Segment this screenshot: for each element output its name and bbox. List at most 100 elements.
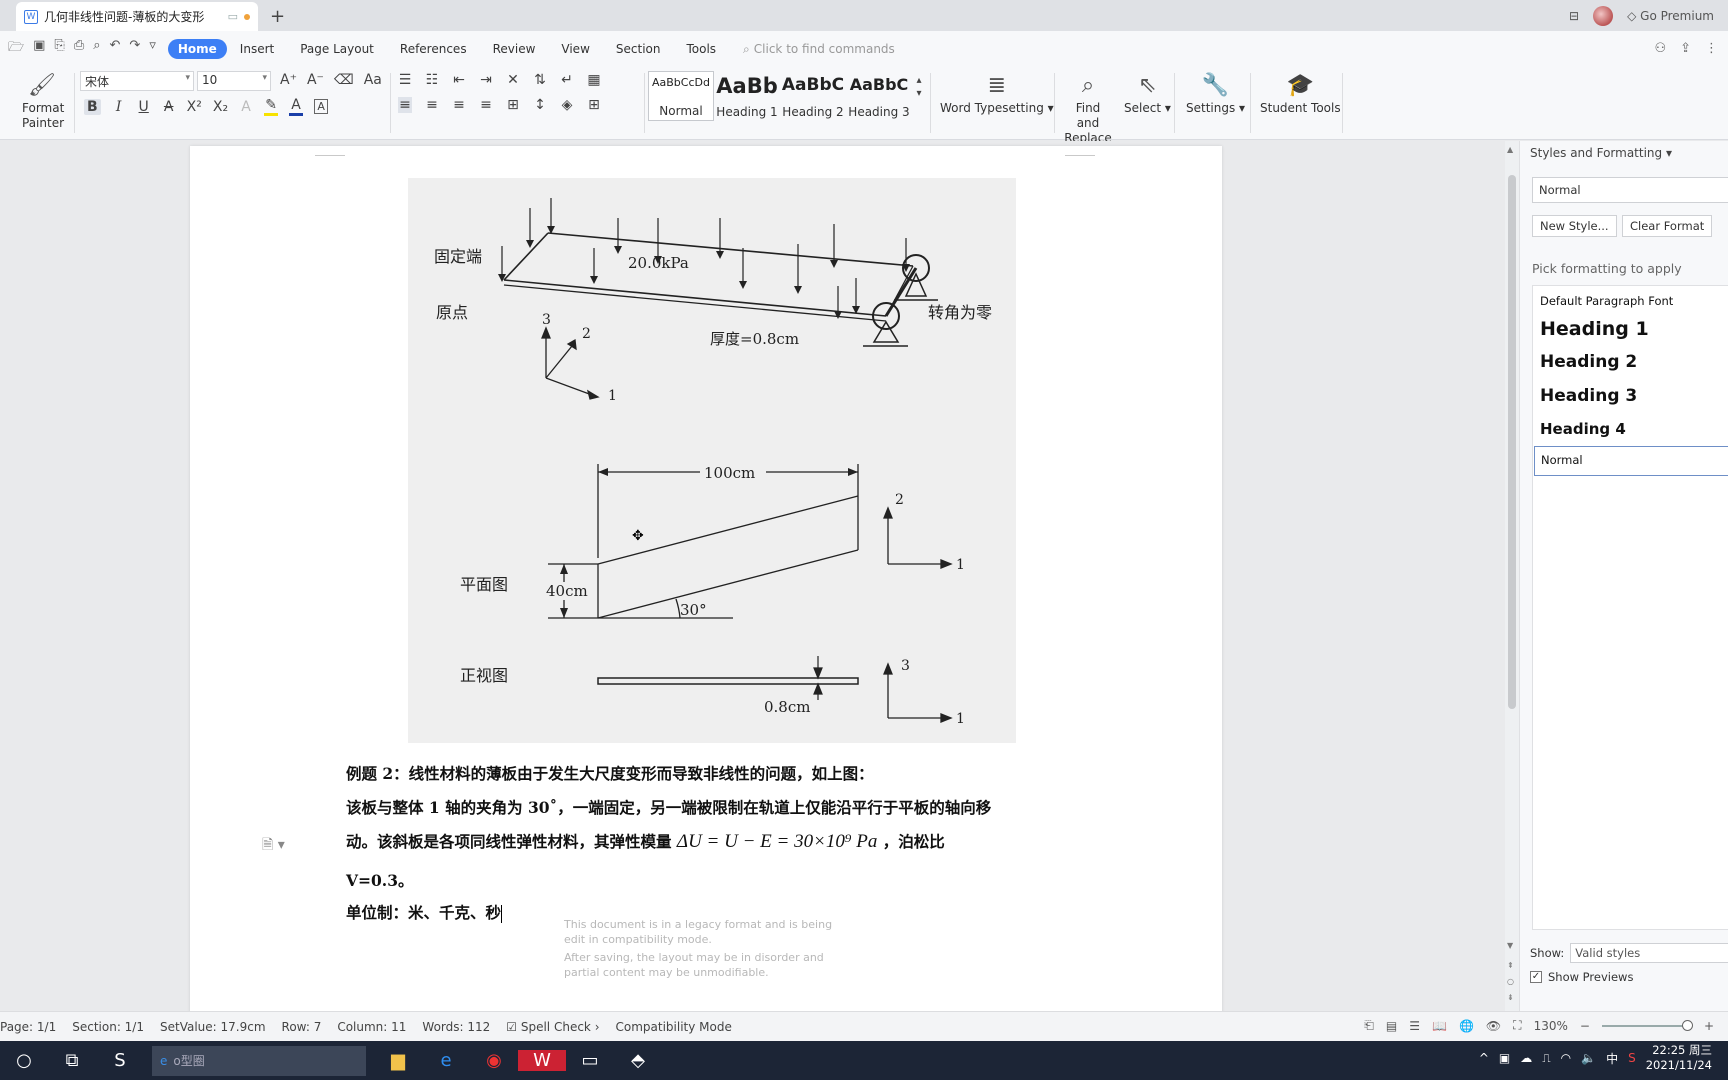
zoom-in-icon[interactable]: + xyxy=(1704,1019,1714,1033)
paragraph-2[interactable]: 该板与整体 1 轴的夹角为 30˚，一端固定，另一端被限制在轨道上仅能沿平行于平… xyxy=(346,796,991,818)
vertical-scrollbar[interactable]: ▲ ▼ ⇞ ○ ⇟ xyxy=(1505,141,1519,1011)
numbered-list-icon[interactable]: ☷ xyxy=(425,72,439,88)
paragraph-layout-icon[interactable]: 🗎 ▾ xyxy=(262,834,285,858)
wps-icon[interactable]: W xyxy=(518,1050,566,1071)
save-icon[interactable]: ▣ xyxy=(33,38,45,60)
current-style-field[interactable]: Normal xyxy=(1532,177,1728,203)
subscript-icon[interactable]: X₂ xyxy=(213,99,228,115)
superscript-icon[interactable]: X² xyxy=(187,99,202,115)
grow-font-icon[interactable]: A⁺ xyxy=(280,72,297,88)
find-replace-button[interactable]: ⌕ Find and Replace xyxy=(1063,71,1113,146)
style-item-heading-4[interactable]: Heading 4 xyxy=(1540,420,1626,438)
track-changes-icon[interactable]: ⎗ xyxy=(1364,1018,1374,1033)
share-user-icon[interactable]: ⚇ xyxy=(1654,41,1666,56)
styles-pane-title[interactable]: Styles and Formatting ▾ xyxy=(1530,146,1672,160)
tray-up-icon[interactable]: ^ xyxy=(1479,1051,1489,1065)
align-right-icon[interactable]: ≡ xyxy=(452,97,466,113)
window-layout-icon[interactable]: ⊟ xyxy=(1569,9,1579,23)
terminal-icon[interactable]: ▭ xyxy=(566,1050,614,1071)
avatar[interactable] xyxy=(1593,6,1614,26)
paragraph-3[interactable]: 动。该斜板是各项同线性弹性材料，其弹性模量 ΔU = U − E = 30×10… xyxy=(346,830,945,853)
go-premium-button[interactable]: ◇ Go Premium xyxy=(1627,9,1714,23)
app-s-icon[interactable]: S xyxy=(96,1050,144,1071)
style-item-heading-3[interactable]: Heading 3 xyxy=(1540,386,1637,406)
italic-icon[interactable]: I xyxy=(112,99,126,115)
show-select[interactable]: Valid styles xyxy=(1570,943,1728,963)
eye-protection-icon[interactable]: 👁 xyxy=(1486,1019,1501,1033)
clear-format-button[interactable]: Clear Format xyxy=(1622,215,1713,237)
shrink-font-icon[interactable]: A⁻ xyxy=(307,72,324,88)
sogou-icon[interactable]: S xyxy=(1628,1051,1636,1065)
status-words[interactable]: Words: 112 xyxy=(422,1020,490,1034)
menu-section[interactable]: Section xyxy=(603,39,674,59)
font-name-select[interactable]: 宋体 xyxy=(80,71,194,91)
open-icon[interactable]: 🗁 xyxy=(8,38,24,60)
sort-icon[interactable]: ⇅ xyxy=(533,72,547,88)
decrease-indent-icon[interactable]: ⇤ xyxy=(452,72,466,88)
style-scroll-up-icon[interactable]: ▴ xyxy=(912,75,926,86)
show-marks-icon[interactable]: ↵ xyxy=(560,72,574,88)
student-tools-button[interactable]: 🎓 Student Tools xyxy=(1260,71,1341,116)
new-tab-button[interactable]: + xyxy=(270,6,285,27)
export-icon[interactable]: ⎘ xyxy=(54,38,64,60)
word-typesetting-button[interactable]: ≣ Word Typesetting ▾ xyxy=(940,71,1054,116)
app-icon[interactable]: ⬘ xyxy=(614,1050,662,1071)
zoom-slider[interactable] xyxy=(1601,1019,1693,1031)
distribute-icon[interactable]: ⊞ xyxy=(506,97,520,113)
align-left-icon[interactable]: ≡ xyxy=(398,97,412,113)
cloud-icon[interactable]: ☁ xyxy=(1520,1051,1532,1065)
font-size-select[interactable]: 10 xyxy=(197,71,271,91)
align-center-icon[interactable]: ≡ xyxy=(425,97,439,113)
chinese-layout-icon[interactable]: ✕ xyxy=(506,72,520,88)
document-tab[interactable]: W 几何非线性问题-薄板的大变形 ▭ xyxy=(16,2,258,31)
menu-page-layout[interactable]: Page Layout xyxy=(287,39,387,59)
zoom-level[interactable]: 130% xyxy=(1534,1019,1568,1033)
highlight-icon[interactable]: ✎ xyxy=(264,97,279,116)
menu-review[interactable]: Review xyxy=(480,39,549,59)
volume-icon[interactable]: 🔈 xyxy=(1581,1051,1596,1065)
style-heading-2[interactable]: AaBbC Heading 2 xyxy=(780,71,846,121)
format-painter-button[interactable]: 🖌 Format Painter xyxy=(22,71,64,131)
menu-references[interactable]: References xyxy=(387,39,480,59)
borders-icon[interactable]: ⊞ xyxy=(587,97,601,113)
style-item-default-font[interactable]: Default Paragraph Font xyxy=(1540,294,1673,308)
font-color-icon[interactable]: A xyxy=(289,97,304,116)
redo-icon[interactable]: ↷ xyxy=(129,38,140,60)
undo-icon[interactable]: ↶ xyxy=(110,38,121,60)
share-icon[interactable]: ⇪ xyxy=(1680,41,1691,56)
status-section[interactable]: Section: 1/1 xyxy=(72,1020,144,1034)
menu-home[interactable]: Home xyxy=(167,39,227,59)
line-spacing-icon[interactable]: ↕ xyxy=(533,97,547,113)
scroll-thumb[interactable] xyxy=(1508,175,1516,709)
start-icon[interactable]: ○ xyxy=(0,1050,48,1071)
eraser-icon[interactable]: ⌫ xyxy=(334,72,354,88)
file-explorer-icon[interactable]: ▆ xyxy=(374,1050,422,1071)
style-scroll-down-icon[interactable]: ▾ xyxy=(912,88,926,99)
task-view-icon[interactable]: ⧉ xyxy=(48,1050,96,1071)
status-setvalue[interactable]: SetValue: 17.9cm xyxy=(160,1020,266,1034)
edge-icon[interactable]: e xyxy=(422,1050,470,1071)
paragraph-4[interactable]: V=0.3。 xyxy=(346,869,413,891)
select-button[interactable]: ⇖ Select ▾ xyxy=(1124,71,1171,116)
network-icon[interactable]: ⎍ xyxy=(1542,1051,1550,1066)
new-style-button[interactable]: New Style... xyxy=(1532,215,1617,237)
more-icon[interactable]: ⋮ xyxy=(1705,41,1718,56)
zoom-out-icon[interactable]: − xyxy=(1580,1019,1590,1033)
next-page-icon[interactable]: ⇟ xyxy=(1507,993,1514,1002)
taskbar-search-input[interactable]: e o型圈 xyxy=(152,1045,366,1076)
find-commands-input[interactable]: ⌕ Click to find commands xyxy=(743,42,895,57)
strikethrough-icon[interactable]: A xyxy=(162,99,176,115)
print-preview-icon[interactable]: ⌕ xyxy=(93,38,100,60)
zoom-slider-knob[interactable] xyxy=(1681,1019,1693,1031)
document-page[interactable]: 固定端 20.0kPa 原点 转角为零 厚度=0.8cm 3 2 1 100cm… xyxy=(190,146,1222,1011)
style-item-heading-1[interactable]: Heading 1 xyxy=(1540,318,1649,340)
clock[interactable]: 22:25 周三 2021/11/24 xyxy=(1646,1043,1712,1073)
char-border-icon[interactable]: A xyxy=(314,99,329,114)
table-grid-icon[interactable]: ▦ xyxy=(587,72,601,88)
menu-view[interactable]: View xyxy=(548,39,602,59)
comment-icon[interactable]: ▭ xyxy=(228,10,238,23)
paragraph-5[interactable]: 单位制：米、千克、秒 xyxy=(346,901,503,923)
text-effect-icon[interactable]: A xyxy=(239,99,253,115)
customize-icon[interactable]: ▿ xyxy=(149,38,156,60)
spell-check-button[interactable]: ☑ Spell Check › xyxy=(506,1020,599,1034)
